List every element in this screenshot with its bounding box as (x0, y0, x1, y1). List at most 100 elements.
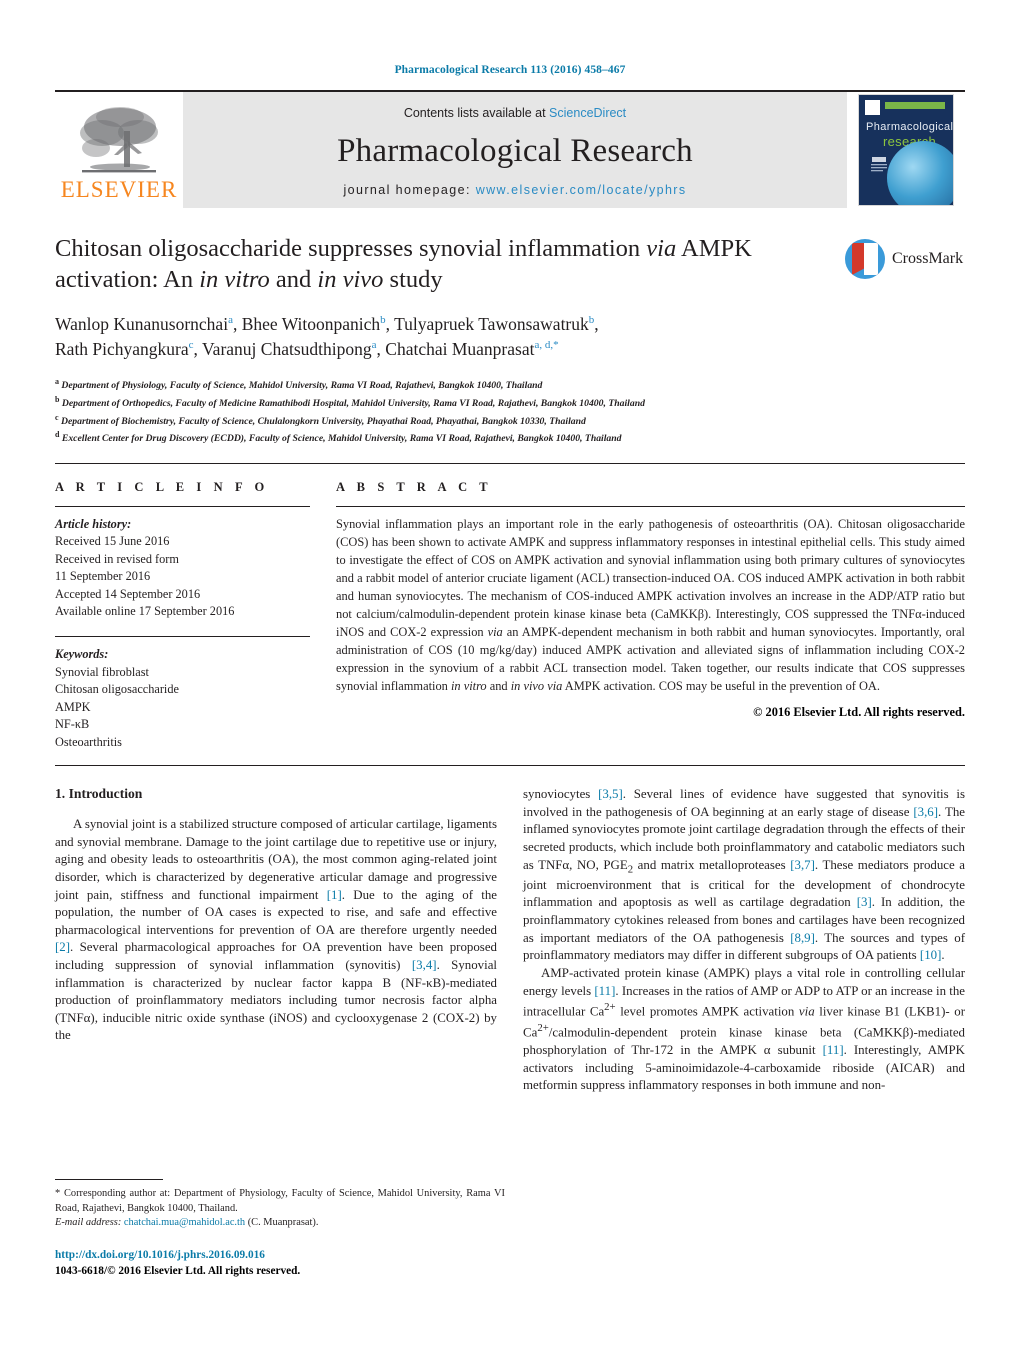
email-link[interactable]: chatchai.mua@mahidol.ac.th (124, 1217, 245, 1228)
citation-ref[interactable]: [1] (327, 888, 342, 902)
masthead-center: Contents lists available at ScienceDirec… (183, 92, 847, 208)
author-sep: , (385, 313, 395, 334)
info-abstract-section: A R T I C L E I N F O Article history: R… (55, 480, 965, 751)
footnote-divider (55, 1179, 163, 1181)
text-run: and matrix metalloproteases (633, 857, 791, 872)
superscript-charge: 2+ (537, 1022, 549, 1035)
citation-ref[interactable]: [11] (594, 984, 615, 998)
abstract-column: A B S T R A C T Synovial inflammation pl… (336, 480, 965, 751)
abstract-italic-invitro: in vitro (450, 678, 487, 693)
citation-ref[interactable]: [10] (920, 948, 941, 962)
body-two-columns: 1. Introduction A synovial joint is a st… (55, 786, 965, 1277)
article-history-block: Article history: Received 15 June 2016 R… (55, 516, 310, 621)
journal-masthead: ELSEVIER Contents lists available at Sci… (55, 90, 965, 208)
keyword-item: NF-κB (55, 717, 90, 732)
abstract-italic-via: via (487, 624, 503, 639)
homepage-prefix: journal homepage: (343, 183, 476, 197)
abstract-part-3: and (486, 678, 511, 693)
author-name[interactable]: Bhee Witoonpanich (242, 314, 380, 334)
citation-ref[interactable]: [3,6] (913, 805, 938, 819)
cover-title-line1: Pharmacological (866, 121, 954, 133)
title-part-4: and (269, 265, 318, 293)
citation-ref[interactable]: [3,5] (598, 787, 623, 801)
cover-publisher-mark-icon (865, 100, 880, 115)
author-sep: , (232, 313, 242, 334)
keywords-label: Keywords: (55, 647, 109, 662)
text-run: synoviocytes (523, 787, 599, 802)
abstract-heading: A B S T R A C T (336, 479, 493, 494)
author-name[interactable]: Varanuj Chatsudthipong (202, 339, 372, 359)
corresponding-author-mark[interactable]: a, d, (534, 339, 553, 351)
title-part-1: Chitosan oligosaccharide suppresses syno… (55, 235, 647, 262)
affiliation-mark: a (55, 377, 59, 387)
affiliation-item: d Excellent Center for Drug Discovery (E… (55, 429, 965, 447)
footnote-area: * Corresponding author at: Department of… (55, 1165, 505, 1279)
italic-via: via (798, 1004, 815, 1019)
citation-ref[interactable]: [11] (823, 1043, 844, 1057)
history-item: 11 September 2016 (55, 569, 151, 584)
keywords-block: Keywords: Synovial fibroblast Chitosan o… (55, 636, 310, 751)
author-sep: , (193, 339, 202, 360)
section-heading-introduction: 1. Introduction (55, 786, 143, 802)
abstract-part-4: AMPK activation. COS may be useful in th… (562, 678, 880, 693)
history-item: Received 15 June 2016 (55, 534, 170, 549)
journal-title: Pharmacological Research (337, 133, 693, 169)
page-title: Chitosan oligosaccharide suppresses syno… (55, 234, 965, 296)
title-part-2: AMPK (676, 235, 752, 262)
citation-ref[interactable]: [2] (55, 940, 70, 954)
issn-copyright-line: 1043-6618/© 2016 Elsevier Ltd. All right… (55, 1264, 301, 1277)
author-name[interactable]: Chatchai Muanprasat (385, 339, 534, 359)
abstract-italic-invivo: in vivo via (510, 678, 563, 693)
article-history-label: Article history: (55, 516, 132, 531)
citation-ref[interactable]: [3,7] (790, 858, 815, 872)
intro-paragraph-right-1: synoviocytes [3,5]. Several lines of evi… (523, 786, 965, 965)
affiliation-item: b Department of Orthopedics, Faculty of … (55, 394, 965, 412)
journal-homepage-link[interactable]: www.elsevier.com/locate/yphrs (476, 183, 687, 197)
body-left-column: 1. Introduction A synovial joint is a st… (55, 786, 505, 1277)
divider-above-abstract (55, 462, 965, 464)
citation-ref[interactable]: [3] (857, 895, 872, 909)
corresponding-author-text: Corresponding author at: Department of P… (55, 1188, 505, 1214)
cover-graphic-circle (887, 141, 953, 205)
cover-image: Pharmacological research (858, 94, 954, 206)
doi-link[interactable]: http://dx.doi.org/10.1016/j.phrs.2016.09… (55, 1247, 505, 1263)
crossmark-icon (845, 239, 885, 279)
elsevier-tree-icon (80, 107, 158, 173)
title-part-3: activation: An (55, 265, 200, 293)
title-italic-invitro: in vitro (199, 265, 270, 293)
email-label: E-mail address: (55, 1217, 122, 1229)
keyword-item: Osteoarthritis (55, 734, 122, 749)
article-info-column: A R T I C L E I N F O Article history: R… (55, 480, 310, 751)
affiliation-mark: d (55, 430, 60, 440)
keyword-item: Synovial fibroblast (55, 664, 149, 679)
affiliation-mark: b (55, 395, 60, 405)
text-run: level promotes AMPK activation (615, 1004, 799, 1019)
title-block: CrossMark Chitosan oligosaccharide suppr… (55, 234, 965, 447)
journal-cover-thumbnail[interactable]: Pharmacological research (847, 92, 965, 208)
abstract-part-1: Synovial inflammation plays an important… (336, 516, 965, 639)
contents-prefix: Contents lists available at (403, 106, 550, 120)
email-owner: (C. Muanprasat). (245, 1217, 319, 1229)
cover-society-logo-icon (871, 157, 887, 172)
crossmark-badge[interactable]: CrossMark (845, 236, 965, 282)
intro-paragraph-right-2: AMP-activated protein kinase (AMPK) play… (523, 965, 965, 1095)
author-name[interactable]: Rath Pichyangkura (55, 339, 189, 359)
contents-available-line: Contents lists available at ScienceDirec… (404, 106, 626, 120)
author-list: Wanlop Kunanusornchaia, Bhee Witoonpanic… (55, 312, 965, 363)
citation-ref[interactable]: [8,9] (790, 931, 815, 945)
citation-ref[interactable]: [3,4] (412, 958, 437, 972)
keywords-rule (55, 636, 310, 638)
abstract-body: Synovial inflammation plays an important… (336, 516, 965, 696)
author-name[interactable]: Wanlop Kunanusornchai (55, 314, 228, 334)
author-sep: , (376, 339, 386, 360)
superscript-charge: 2+ (604, 1001, 616, 1014)
history-item: Accepted 14 September 2016 (55, 586, 201, 601)
keyword-item: Chitosan oligosaccharide (55, 682, 179, 697)
body-right-column: synoviocytes [3,5]. Several lines of evi… (523, 786, 965, 1095)
crossmark-label: CrossMark (892, 250, 964, 267)
affiliation-list: a Department of Physiology, Faculty of S… (55, 376, 965, 446)
intro-paragraph-left: A synovial joint is a stabilized structu… (55, 816, 497, 1045)
author-name[interactable]: Tulyapruek Tawonsawatruk (394, 314, 589, 334)
title-italic-invivo: in vivo (317, 265, 384, 293)
sciencedirect-link[interactable]: ScienceDirect (549, 106, 626, 120)
